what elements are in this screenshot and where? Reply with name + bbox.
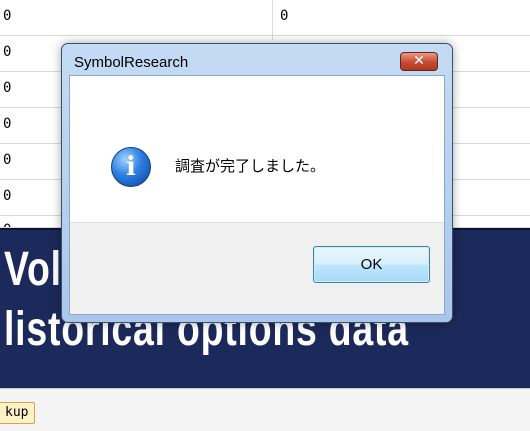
grid-cell[interactable]: 0	[3, 8, 11, 24]
bottom-bar: kup	[0, 388, 530, 431]
grid-cell[interactable]: 0	[280, 8, 288, 24]
grid-row[interactable]: 0 0	[0, 0, 530, 36]
close-button[interactable]: ✕	[400, 52, 438, 71]
grid-cell[interactable]: 0	[3, 188, 11, 204]
grid-cell[interactable]: 0	[3, 152, 11, 168]
grid-cell[interactable]: 0	[3, 116, 11, 132]
dialog-title: SymbolResearch	[74, 54, 189, 71]
banner-headline-start: Vol	[4, 243, 62, 296]
message-dialog: SymbolResearch ✕ i 調査が完了しました。 OK	[61, 43, 453, 323]
information-icon: i	[111, 147, 151, 187]
grid-cell[interactable]: 0	[3, 44, 11, 60]
dialog-content: i 調査が完了しました。	[70, 76, 444, 222]
close-icon: ✕	[413, 53, 425, 69]
grid-cell[interactable]: 0	[3, 80, 11, 96]
lookup-tab[interactable]: kup	[0, 402, 36, 424]
ok-button[interactable]: OK	[313, 246, 430, 283]
dialog-message: 調査が完了しました。	[175, 157, 326, 175]
